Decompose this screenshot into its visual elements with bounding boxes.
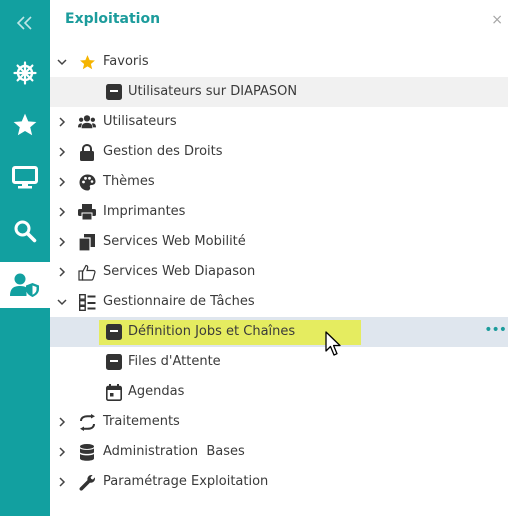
sidebar-item-search[interactable] (0, 208, 50, 254)
search-icon (14, 220, 37, 243)
sidebar-item-navigation[interactable] (0, 50, 50, 96)
chevron-right-icon[interactable] (56, 146, 68, 158)
tree-item-label: Utilisateurs (103, 114, 177, 129)
tree-item-label: Administration Bases (103, 444, 245, 459)
copy-icon (78, 233, 96, 251)
printer-icon (78, 203, 96, 221)
star-icon (13, 113, 37, 136)
tree-item-traitements[interactable]: Traitements (50, 407, 508, 437)
chevron-down-icon[interactable] (56, 56, 68, 68)
tree-item-label: Thèmes (103, 174, 155, 189)
palette-icon (78, 173, 96, 191)
tree-item-label: Gestionnaire de Tâches (103, 294, 255, 309)
monitor-icon (12, 166, 38, 189)
tree-item-label: Files d'Attente (128, 354, 221, 369)
tree-item-services-web-diapason[interactable]: Services Web Diapason (50, 257, 508, 287)
collapse-sidebar-button[interactable] (0, 0, 50, 46)
calendar-icon (105, 383, 123, 401)
window-icon (105, 83, 123, 101)
chevron-right-icon[interactable] (56, 416, 68, 428)
tree-item-files-attente[interactable]: Files d'Attente (50, 347, 508, 377)
window-icon (105, 323, 123, 341)
chevron-right-icon[interactable] (56, 476, 68, 488)
wrench-icon (78, 473, 96, 491)
tree-item-parametrage-exploitation[interactable]: Paramétrage Exploitation (50, 467, 508, 497)
user-shield-icon (10, 273, 39, 297)
tree-item-utilisateurs-diapason[interactable]: Utilisateurs sur DIAPASON (50, 77, 508, 107)
chevron-right-icon[interactable] (56, 176, 68, 188)
more-options-icon[interactable]: ••• (484, 322, 507, 338)
sidebar-item-favorites[interactable] (0, 102, 50, 148)
tree-item-label: Traitements (103, 414, 180, 429)
double-chevron-left-icon (16, 16, 32, 30)
chevron-right-icon[interactable] (56, 266, 68, 278)
exploitation-panel: Exploitation × Favoris Utilisateurs sur … (50, 0, 508, 516)
tree-item-imprimantes[interactable]: Imprimantes (50, 197, 508, 227)
tree-item-label: Gestion des Droits (103, 144, 223, 159)
chevron-right-icon[interactable] (56, 206, 68, 218)
panel-title: Exploitation (65, 11, 161, 27)
task-list-icon (78, 293, 96, 311)
sidebar (0, 0, 50, 516)
chevron-right-icon[interactable] (56, 446, 68, 458)
chevron-right-icon[interactable] (56, 236, 68, 248)
users-icon (78, 113, 96, 131)
sync-icon (78, 413, 96, 431)
sidebar-item-exploitation[interactable] (0, 262, 50, 308)
mouse-cursor-icon (325, 331, 341, 356)
tree-item-utilisateurs[interactable]: Utilisateurs (50, 107, 508, 137)
tree-item-label: Définition Jobs et Chaînes (128, 324, 296, 339)
database-icon (78, 443, 96, 461)
tree-item-definition-jobs[interactable]: Définition Jobs et Chaînes ••• (50, 317, 508, 347)
star-icon (78, 53, 96, 71)
tree-item-themes[interactable]: Thèmes (50, 167, 508, 197)
sidebar-item-display[interactable] (0, 155, 50, 201)
chevron-right-icon[interactable] (56, 116, 68, 128)
tree-item-label: Agendas (128, 384, 185, 399)
tree-item-services-web-mobilite[interactable]: Services Web Mobilité (50, 227, 508, 257)
tree-item-gestion-droits[interactable]: Gestion des Droits (50, 137, 508, 167)
lock-icon (78, 143, 96, 161)
close-button[interactable]: × (491, 11, 503, 29)
tree-item-label: Utilisateurs sur DIAPASON (128, 84, 298, 99)
tree-item-label: Favoris (103, 54, 149, 69)
chevron-down-icon[interactable] (56, 296, 68, 308)
tree-item-label: Paramétrage Exploitation (103, 474, 269, 489)
window-icon (105, 353, 123, 371)
tree-item-favoris[interactable]: Favoris (50, 47, 508, 77)
tree-item-label: Services Web Mobilité (103, 234, 246, 249)
tree-item-gestionnaire-taches[interactable]: Gestionnaire de Tâches (50, 287, 508, 317)
tree-item-label: Services Web Diapason (103, 264, 256, 279)
tree-item-agendas[interactable]: Agendas (50, 377, 508, 407)
tree-item-label: Imprimantes (103, 204, 186, 219)
tree-item-administration-bases[interactable]: Administration Bases (50, 437, 508, 467)
thumbs-up-icon (78, 263, 96, 281)
ship-wheel-icon (13, 61, 37, 85)
